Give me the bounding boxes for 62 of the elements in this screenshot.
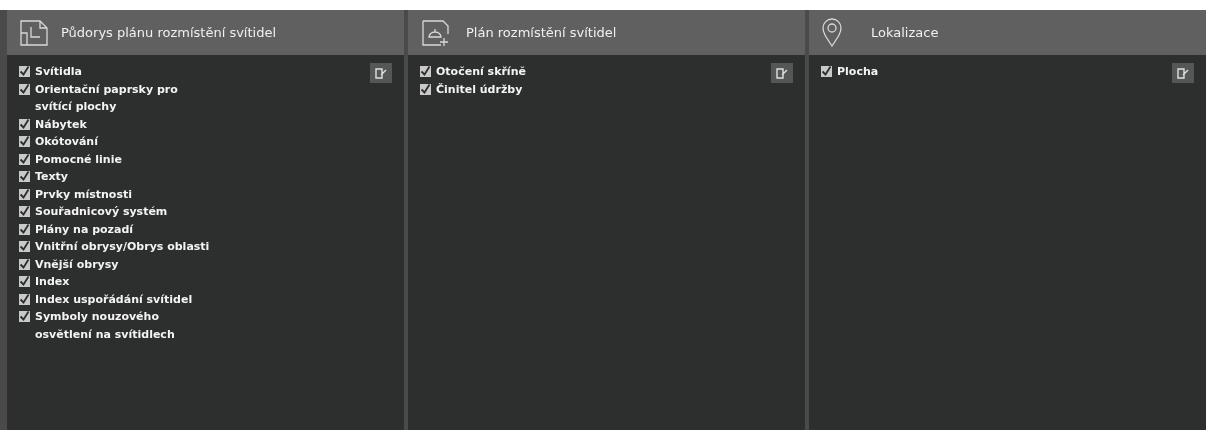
checkbox[interactable] xyxy=(19,293,30,305)
checkbox[interactable] xyxy=(19,118,30,130)
checkbox[interactable] xyxy=(19,188,30,200)
checkbox-label: Svítidla xyxy=(35,64,82,80)
checkbox-label: Vnitřní obrysy/Obrys oblasti xyxy=(35,239,210,255)
check-icon xyxy=(19,171,30,182)
checkbox[interactable] xyxy=(420,83,431,95)
checkbox[interactable] xyxy=(19,258,30,270)
edit-button[interactable] xyxy=(370,63,392,83)
check-icon xyxy=(19,136,30,147)
check-icon xyxy=(19,153,30,165)
panel-title: Lokalizace xyxy=(871,23,939,42)
check-icon xyxy=(420,66,431,77)
checkbox[interactable] xyxy=(19,83,30,95)
floor-plan-icon xyxy=(19,18,49,47)
check-icon xyxy=(19,311,30,322)
checkbox-label: Nábytek xyxy=(35,116,87,133)
checkbox[interactable] xyxy=(19,136,30,147)
edit-button[interactable] xyxy=(771,63,793,83)
panel-title: Půdorys plánu rozmístění svítidel xyxy=(61,23,277,42)
edit-button[interactable] xyxy=(1172,63,1194,83)
checkbox-label: Prvky místnosti xyxy=(35,186,132,203)
checkbox-label: Okótování xyxy=(35,134,98,150)
check-icon xyxy=(19,66,30,77)
checkbox-label: Plány na pozadí xyxy=(35,221,134,238)
checkbox[interactable] xyxy=(19,276,30,287)
checkbox[interactable] xyxy=(19,311,30,322)
checkbox-label: Index xyxy=(35,274,70,290)
checkbox-label: Symboly nouzového osvětlení na svítidlech xyxy=(35,309,175,343)
checkbox[interactable] xyxy=(420,66,431,77)
edit-icon xyxy=(374,66,388,80)
check-icon xyxy=(420,83,431,95)
checkbox-label: Texty xyxy=(35,169,69,185)
check-icon xyxy=(19,206,30,217)
check-icon xyxy=(19,83,30,95)
check-icon xyxy=(19,118,30,130)
edit-icon xyxy=(775,66,789,80)
panel-title: Plán rozmístění svítidel xyxy=(466,23,617,42)
checkbox[interactable] xyxy=(19,223,30,235)
checkbox-label: Index uspořádání svítidel xyxy=(35,291,193,308)
check-icon xyxy=(19,241,30,252)
checkbox-label: Orientační paprsky pro svítící plochy xyxy=(35,81,178,115)
checkbox[interactable] xyxy=(821,66,832,77)
checkbox[interactable] xyxy=(19,153,30,165)
check-icon xyxy=(19,258,30,270)
checkbox-label: Souřadnicový systém xyxy=(35,204,168,220)
checkbox[interactable] xyxy=(19,66,30,77)
checkbox[interactable] xyxy=(19,171,30,182)
checkbox-label: Plocha xyxy=(837,64,879,80)
check-icon xyxy=(19,276,30,287)
checkbox-label: Činitel údržby xyxy=(436,81,523,98)
map-pin-icon xyxy=(821,17,843,48)
checkbox-label: Pomocné linie xyxy=(35,151,122,168)
checkbox-label: Vnější obrysy xyxy=(35,256,119,273)
checkbox[interactable] xyxy=(19,241,30,252)
check-icon xyxy=(19,188,30,200)
check-icon xyxy=(19,293,30,305)
checkbox-label: Otočení skříně xyxy=(436,64,526,80)
check-icon xyxy=(19,223,30,235)
edit-icon xyxy=(1176,66,1190,80)
checkbox[interactable] xyxy=(19,206,30,217)
check-icon xyxy=(821,66,832,77)
